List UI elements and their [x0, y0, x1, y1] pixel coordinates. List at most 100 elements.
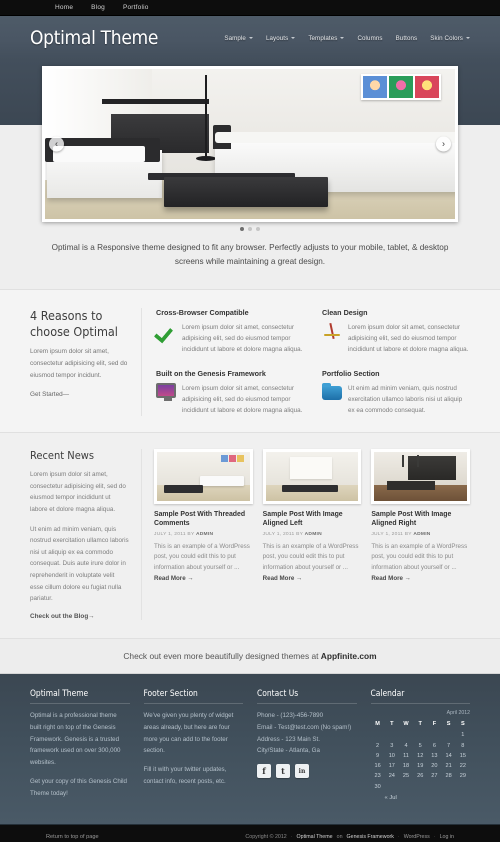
get-started-link[interactable]: Get Started—	[30, 391, 69, 398]
calendar-week-row: 1	[371, 731, 471, 741]
nav-item-label: Skin Colors	[430, 34, 463, 42]
site-footer-bar: Return to top of page Copyright © 2012 ·…	[0, 824, 500, 842]
linkedin-icon[interactable]: in	[295, 764, 309, 779]
calendar-day: 12	[417, 752, 424, 759]
widget-paragraph: We've given you plenty of widget areas a…	[143, 712, 234, 755]
calendar-day: 2	[376, 742, 380, 749]
easel-icon	[322, 322, 342, 342]
post-author[interactable]: ADMIN	[413, 532, 430, 537]
blue-folder-icon	[322, 382, 342, 400]
nav-item-label: Layouts	[265, 34, 289, 42]
calendar-day: 10	[388, 752, 395, 759]
widget-paragraph: Fill it with your twitter updates, conta…	[143, 766, 227, 785]
calendar-day	[399, 731, 413, 741]
feature-title: Clean Design	[322, 307, 368, 317]
nav-item-templates[interactable]: Templates	[308, 35, 345, 42]
calendar-day	[427, 731, 441, 741]
chevron-left-icon: ‹	[55, 138, 58, 149]
footer-widget-optimal-theme: Optimal Theme Optimal is a professional …	[30, 688, 130, 806]
slider-dot-3[interactable]	[256, 227, 260, 231]
facebook-icon[interactable]: f	[257, 764, 271, 779]
nav-item-columns[interactable]: Columns	[357, 35, 382, 42]
post-thumbnail-lounge[interactable]	[262, 448, 362, 504]
check-out-blog-link[interactable]: Check out the Blog→	[30, 613, 95, 620]
separator: ·	[290, 833, 293, 840]
calendar-week-row: 2 3 4 5 6 7 8	[371, 741, 471, 751]
calendar-day: 18	[402, 763, 410, 770]
slide-image-living-room	[45, 69, 455, 219]
features-intro-text: Lorem ipsum dolor sit amet, consectetur …	[30, 348, 128, 379]
twitter-icon[interactable]: t	[276, 764, 290, 779]
calendar-week-row: 9 10 11 12 13 14 15	[371, 751, 471, 761]
news-paragraph-1: Lorem ipsum dolor sit amet, consectetur …	[30, 470, 126, 513]
calendar-day: 19	[417, 763, 424, 770]
social-links: f t in	[257, 764, 357, 779]
thumb-sofa	[199, 476, 245, 487]
copyright-text: Copyright © 2012	[245, 833, 287, 840]
chevron-right-icon: ›	[442, 138, 445, 149]
calendar-day: 15	[459, 752, 466, 759]
nav-item-label: Columns	[357, 34, 383, 42]
slider-prev-button[interactable]: ‹	[49, 136, 64, 152]
calendar-weekday: T	[390, 720, 394, 727]
read-more-link[interactable]: Read More →	[371, 575, 411, 582]
site-title[interactable]: Optimal Theme	[30, 27, 158, 49]
slider-dot-2[interactable]	[248, 227, 252, 231]
slider-dot-1[interactable]	[240, 227, 244, 231]
calendar-day: 1	[461, 732, 465, 739]
calendar-day: 24	[388, 773, 395, 780]
calendar-caption: April 2012	[446, 710, 470, 717]
top-nav-item-home[interactable]: Home	[55, 4, 73, 11]
post-date: JULY 1, 2011 BY	[154, 531, 195, 537]
widget-title: Contact Us	[257, 688, 357, 705]
calendar-week-row: 16 17 18 19 20 21 22	[371, 762, 471, 772]
genesis-framework-link[interactable]: Genesis Framework	[347, 834, 394, 840]
read-more-link[interactable]: Read More →	[154, 575, 194, 582]
post-title[interactable]: Sample Post With Image Aligned Left	[263, 510, 362, 529]
nav-item-sample[interactable]: Sample	[224, 35, 253, 42]
calendar-weekday: M	[375, 720, 380, 727]
post-card: Sample Post With Threaded Comments JULY …	[154, 448, 253, 620]
calendar-day: 6	[432, 742, 436, 749]
theme-link[interactable]: Optimal Theme	[297, 834, 333, 840]
post-title[interactable]: Sample Post With Threaded Comments	[154, 510, 253, 529]
calendar-nav: « Jul	[371, 795, 471, 801]
calendar-day: 29	[459, 773, 466, 780]
top-nav-item-portfolio[interactable]: Portfolio	[123, 4, 149, 11]
calendar-day: 5	[418, 742, 422, 749]
calendar-day: 20	[431, 763, 438, 770]
calendar-day	[371, 731, 385, 741]
calendar-day: 25	[402, 773, 410, 780]
post-thumbnail-kitchen[interactable]	[371, 448, 470, 504]
calendar-weekday: S	[460, 720, 465, 727]
news-heading: Recent News	[30, 448, 95, 462]
slider-next-button[interactable]: ›	[436, 136, 451, 152]
footer-widget-contact-us: Contact Us Phone - (123)-456-7890 Email …	[257, 688, 357, 806]
hero-slider[interactable]: ‹ ›	[42, 66, 458, 222]
chevron-down-icon	[291, 37, 296, 39]
return-to-top-link[interactable]: Return to top of page	[46, 834, 99, 840]
post-author[interactable]: ADMIN	[305, 532, 322, 537]
post-title[interactable]: Sample Post With Image Aligned Right	[371, 510, 470, 529]
post-excerpt: This is an example of a WordPress post, …	[154, 542, 250, 571]
calendar-prev-month-link[interactable]: « Jul	[385, 795, 397, 801]
login-link[interactable]: Log in	[440, 834, 454, 840]
feature-portfolio-section: Portfolio Section Ut enim ad minim venia…	[322, 369, 470, 416]
calendar-weekday: S	[446, 720, 451, 727]
feature-clean-design: Clean Design Lorem ipsum dolor sit amet,…	[322, 308, 470, 355]
widget-title: Footer Section	[143, 688, 243, 705]
calendar-day: 9	[376, 752, 380, 759]
cta-link[interactable]: Appfinite.com	[321, 651, 377, 661]
post-author[interactable]: ADMIN	[196, 532, 213, 537]
nav-item-buttons[interactable]: Buttons	[396, 35, 418, 42]
nav-item-layouts[interactable]: Layouts	[265, 34, 296, 42]
nav-item-skin-colors[interactable]: Skin Colors	[430, 35, 470, 42]
wordpress-link[interactable]: WordPress	[404, 834, 430, 840]
top-nav-item-blog[interactable]: Blog	[91, 4, 105, 11]
features-grid: Cross-Browser Compatible Lorem ipsum dol…	[156, 308, 470, 416]
post-thumbnail-living-room[interactable]	[154, 448, 253, 504]
read-more-link[interactable]: Read More →	[263, 575, 303, 582]
calendar-day: 14	[445, 752, 452, 759]
thumb-pendant-lamp	[416, 454, 419, 467]
contact-phone: Phone - (123)-456-7890	[257, 712, 324, 720]
